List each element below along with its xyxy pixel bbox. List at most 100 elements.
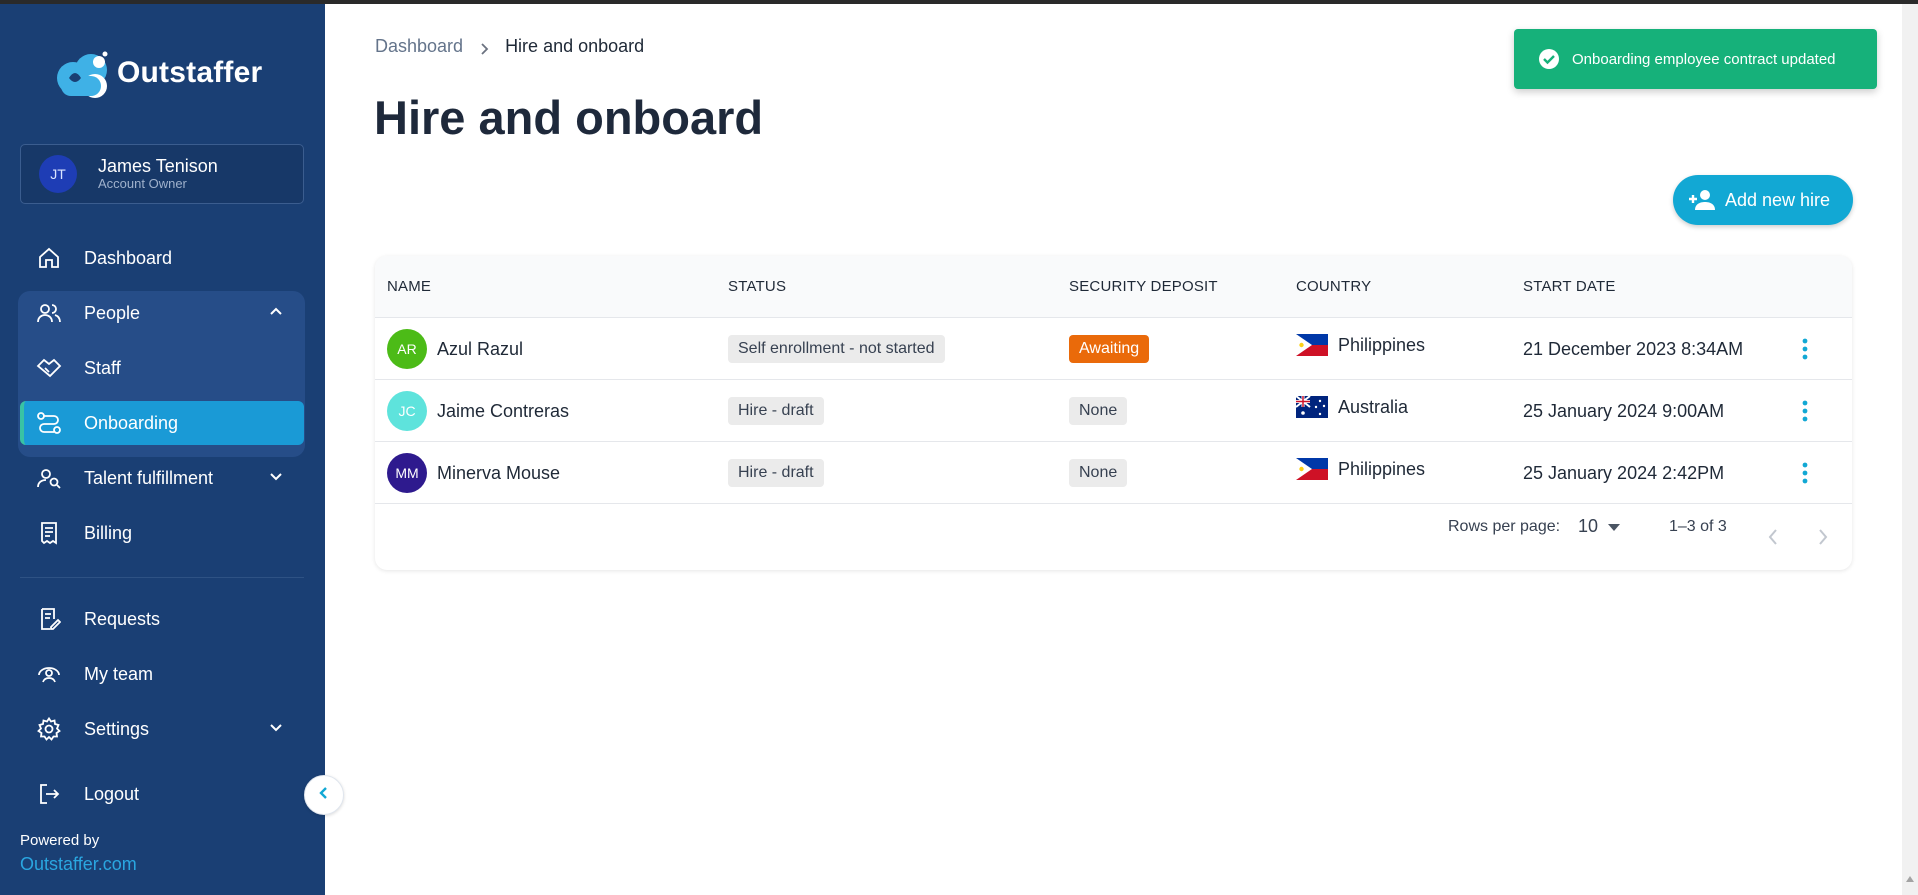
sidebar-item-label: Billing xyxy=(84,522,133,543)
sidebar: Outstaffer JT James Tenison Account Owne… xyxy=(0,4,325,895)
row-actions-menu-icon[interactable] xyxy=(1793,337,1817,361)
requests-icon xyxy=(36,606,62,632)
user-profile-card[interactable]: JT James Tenison Account Owner xyxy=(20,144,304,204)
sidebar-item-label: Requests xyxy=(84,608,161,629)
sidebar-item-people[interactable]: People xyxy=(20,291,304,335)
brand-logo[interactable]: Outstaffer xyxy=(53,48,262,98)
sidebar-item-label: Onboarding xyxy=(84,412,179,433)
page-title: Hire and onboard xyxy=(374,91,764,144)
avatar: MM xyxy=(387,453,427,493)
chevron-left-icon xyxy=(317,786,331,805)
sidebar-item-label: People xyxy=(84,302,141,323)
rows-per-page-value: 10 xyxy=(1578,516,1599,536)
start-date: 25 January 2024 2:42PM xyxy=(1523,462,1725,483)
sidebar-item-talent-fulfillment[interactable]: Talent fulfillment xyxy=(20,456,304,500)
avatar: JT xyxy=(39,155,77,193)
column-header-security-deposit[interactable]: SECURITY DEPOSIT xyxy=(1069,278,1218,295)
sidebar-item-billing[interactable]: Billing xyxy=(20,511,304,555)
sidebar-item-requests[interactable]: Requests xyxy=(20,597,304,641)
chevron-down-icon xyxy=(268,719,284,735)
start-date: 25 January 2024 9:00AM xyxy=(1523,400,1725,421)
deposit-badge: None xyxy=(1069,459,1128,487)
user-name: James Tenison xyxy=(98,156,218,176)
employee-name: Minerva Mouse xyxy=(437,462,561,483)
sidebar-item-label: Logout xyxy=(84,783,140,804)
sidebar-item-my-team[interactable]: My team xyxy=(20,652,304,696)
logout-icon xyxy=(36,781,62,807)
add-new-hire-button[interactable]: Add new hire xyxy=(1673,175,1853,225)
philippines-flag-icon xyxy=(1296,334,1328,356)
receipt-icon xyxy=(36,520,62,546)
rows-per-page-select[interactable]: 10 xyxy=(1578,516,1621,537)
chevron-down-icon xyxy=(268,468,284,484)
sidebar-item-onboarding[interactable]: Onboarding xyxy=(20,401,304,445)
onboarding-route-icon xyxy=(36,410,62,436)
toast-message: Onboarding employee contract updated xyxy=(1572,50,1836,68)
pagination-range: 1–3 of 3 xyxy=(1669,518,1727,535)
avatar: AR xyxy=(387,329,427,369)
row-actions-menu-icon[interactable] xyxy=(1793,399,1817,423)
deposit-badge: None xyxy=(1069,397,1128,425)
column-header-country[interactable]: COUNTRY xyxy=(1296,278,1371,295)
chevron-up-icon xyxy=(268,303,284,319)
collapse-sidebar-button[interactable] xyxy=(304,775,344,815)
person-add-icon xyxy=(1689,189,1715,211)
column-header-name[interactable]: NAME xyxy=(387,278,431,295)
sidebar-item-label: Settings xyxy=(84,718,150,739)
deposit-badge: Awaiting xyxy=(1069,335,1150,363)
employee-name: Jaime Contreras xyxy=(437,400,570,421)
logo-icon xyxy=(53,48,121,98)
check-circle-icon xyxy=(1538,48,1560,70)
australia-flag-icon xyxy=(1296,396,1328,418)
rows-per-page-label: Rows per page: xyxy=(1448,518,1561,535)
country-name: Philippines xyxy=(1338,458,1426,479)
sidebar-item-staff[interactable]: Staff xyxy=(20,346,304,390)
sidebar-item-label: My team xyxy=(84,663,154,684)
philippines-flag-icon xyxy=(1296,458,1328,480)
breadcrumb-current: Hire and onboard xyxy=(505,36,645,56)
table-row[interactable]: JC Jaime Contreras Hire - draft None Aus… xyxy=(375,380,1852,442)
country-name: Philippines xyxy=(1338,334,1426,355)
staff-handshake-icon xyxy=(36,355,62,381)
status-badge: Hire - draft xyxy=(728,397,824,425)
powered-by-link[interactable]: Outstaffer.com xyxy=(20,854,137,875)
previous-page-icon[interactable] xyxy=(1767,528,1779,551)
team-icon xyxy=(36,661,62,687)
success-toast[interactable]: Onboarding employee contract updated xyxy=(1514,29,1877,89)
table-row[interactable]: MM Minerva Mouse Hire - draft None Phili… xyxy=(375,442,1852,504)
employee-name: Azul Razul xyxy=(437,338,524,359)
breadcrumb: Dashboard Hire and onboard xyxy=(375,36,644,57)
window-top-bar xyxy=(0,0,1918,4)
caret-down-icon xyxy=(1608,516,1621,537)
country-name: Australia xyxy=(1338,396,1409,417)
avatar: JC xyxy=(387,391,427,431)
user-role: Account Owner xyxy=(98,176,187,191)
sidebar-item-label: Dashboard xyxy=(84,247,173,268)
sidebar-item-label: Staff xyxy=(84,357,121,378)
powered-by-label: Powered by xyxy=(20,832,100,849)
talent-search-icon xyxy=(36,465,62,491)
hires-table: NAME STATUS SECURITY DEPOSIT COUNTRY STA… xyxy=(375,256,1852,570)
row-actions-menu-icon[interactable] xyxy=(1793,461,1817,485)
sidebar-item-logout[interactable]: Logout xyxy=(20,772,304,816)
sidebar-item-dashboard[interactable]: Dashboard xyxy=(20,236,304,280)
add-new-hire-label: Add new hire xyxy=(1725,189,1831,210)
gear-icon xyxy=(36,716,62,742)
page-scrollbar[interactable] xyxy=(1902,4,1918,895)
chevron-right-icon xyxy=(477,40,491,55)
next-page-icon[interactable] xyxy=(1817,528,1829,551)
status-badge: Hire - draft xyxy=(728,459,824,487)
table-row[interactable]: AR Azul Razul Self enrollment - not star… xyxy=(375,318,1852,380)
brand-name: Outstaffer xyxy=(117,56,263,89)
scroll-arrow-icon[interactable] xyxy=(1906,876,1914,882)
sidebar-item-label: Talent fulfillment xyxy=(84,467,214,488)
people-icon xyxy=(36,300,62,326)
home-icon xyxy=(36,245,62,271)
column-header-status[interactable]: STATUS xyxy=(728,278,786,295)
sidebar-item-settings[interactable]: Settings xyxy=(20,707,304,751)
table-header: NAME STATUS SECURITY DEPOSIT COUNTRY STA… xyxy=(375,256,1852,318)
column-header-start-date[interactable]: START DATE xyxy=(1523,278,1616,295)
breadcrumb-dashboard-link[interactable]: Dashboard xyxy=(375,36,463,57)
sidebar-divider xyxy=(20,577,304,578)
start-date: 21 December 2023 8:34AM xyxy=(1523,338,1744,359)
